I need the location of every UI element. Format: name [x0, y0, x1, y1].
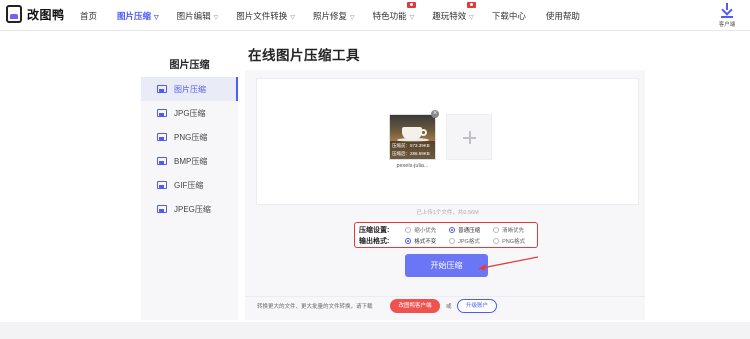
sidebar-list: 图片压缩 JPG压缩 PNG压缩 BMP压缩 GIF压缩 JPEG压缩: [141, 77, 238, 320]
sidebar-item-bmp[interactable]: BMP压缩: [141, 149, 238, 173]
file-name: pexels-juliа...: [396, 163, 429, 169]
remove-file-icon[interactable]: ×: [431, 110, 439, 118]
upload-hint: 已上传1个文件，共0.56M: [416, 210, 479, 216]
chevron-down-icon: ▽: [290, 14, 295, 21]
add-file-button[interactable]: [446, 114, 492, 160]
nav-item-fun-effects[interactable]: 趣玩特效 ▽: [432, 1, 476, 22]
image-icon: [157, 205, 167, 213]
annotation-arrow-icon: [478, 256, 539, 270]
sidebar-item-jpeg[interactable]: JPEG压缩: [141, 197, 238, 221]
compress-setting-label: 压缩设置:: [359, 226, 390, 234]
logo[interactable]: 改图鸭: [6, 5, 65, 23]
coffee-cup-image: [402, 127, 422, 140]
main-nav: 首页 图片压缩 ▽ 图片编辑 ▽ 图片文件转换 ▽ 照片修复 ▽ 特色功能 ▽ 趣玩特效 ▽…: [60, 0, 580, 31]
output-format-label: 输出格式:: [359, 237, 390, 245]
compressed-size: 压缩后：286.69KB: [392, 151, 430, 156]
image-icon: [157, 157, 167, 165]
compression-settings: 压缩设置: 缩小优先 普通压缩 清晰优先 输出格式: 格式不变 JPG格式 PN…: [354, 222, 538, 248]
nav-item-image-edit[interactable]: 图片编辑 ▽: [177, 10, 219, 22]
option-keep-format[interactable]: 格式不变: [405, 237, 449, 245]
option-normal-compress[interactable]: 普通压缩: [449, 226, 493, 234]
logo-text: 改图鸭: [27, 7, 65, 22]
bottom-tip: 转换更大的文件、更大批量的文件转换，请下载: [257, 304, 373, 310]
sidebar-item-image-compress[interactable]: 图片压缩: [141, 77, 238, 101]
chevron-down-icon: ▽: [469, 14, 474, 21]
footer-strip: [0, 322, 750, 339]
chevron-down-icon: ▽: [409, 14, 415, 21]
compress-setting-row: 压缩设置: 缩小优先 普通压缩 清晰优先: [359, 224, 537, 235]
option-clarity-first[interactable]: 清晰优先: [493, 226, 537, 234]
output-format-row: 输出格式: 格式不变 JPG格式 PNG格式: [359, 235, 537, 246]
top-navbar: 改图鸭 首页 图片压缩 ▽ 图片编辑 ▽ 图片文件转换 ▽ 照片修复 ▽ 特色功能 ▽ 趣…: [0, 0, 750, 31]
page-title: 在线图片压缩工具: [248, 48, 360, 63]
nav-item-help[interactable]: 使用帮助: [546, 10, 580, 22]
chevron-down-icon: ▽: [154, 14, 159, 21]
sidebar-title: 图片压缩: [169, 60, 210, 71]
nav-item-download-center[interactable]: 下载中心: [492, 10, 526, 22]
client-label: 客户端: [718, 22, 736, 28]
nav-item-photo-repair[interactable]: 照片修复 ▽: [313, 10, 355, 22]
option-png-format[interactable]: PNG格式: [493, 237, 537, 245]
image-icon: [157, 181, 167, 189]
sidebar: 图片压缩 图片压缩 JPG压缩 PNG压缩 BMP压缩 GIF压缩 JPEG压缩: [141, 44, 238, 320]
upgrade-account-button[interactable]: 升级账户: [457, 299, 497, 313]
chevron-down-icon: ▽: [349, 14, 355, 21]
chevron-down-icon: ▽: [213, 14, 219, 21]
nav-item-features[interactable]: 特色功能 ▽: [373, 1, 417, 22]
image-icon: [157, 85, 167, 93]
sidebar-item-gif[interactable]: GIF压缩: [141, 173, 238, 197]
size-info: 压缩前：573.39KB 压缩后：286.69KB: [390, 141, 435, 159]
sidebar-item-jpg[interactable]: JPG压缩: [141, 101, 238, 125]
image-icon: [157, 133, 167, 141]
option-shrink-first[interactable]: 缩小优先: [405, 226, 449, 234]
option-jpg-format[interactable]: JPG格式: [449, 237, 493, 245]
nav-item-image-compress[interactable]: 图片压缩 ▽: [117, 10, 159, 22]
download-client-button[interactable]: 改图鸭客户端: [390, 299, 440, 313]
hot-badge-icon: [466, 1, 476, 8]
hot-badge-icon: [407, 1, 417, 8]
uploaded-image-thumbnail[interactable]: 压缩前：573.39KB 压缩后：286.69KB: [389, 114, 436, 160]
logo-icon: [6, 5, 22, 23]
client-download[interactable]: 客户端: [714, 3, 740, 28]
download-icon: [721, 3, 733, 15]
original-size: 压缩前：573.39KB: [392, 143, 430, 148]
sidebar-item-png[interactable]: PNG压缩: [141, 125, 238, 149]
or-text: 或: [446, 304, 452, 310]
nav-item-home[interactable]: 首页: [80, 10, 97, 22]
nav-item-file-convert[interactable]: 图片文件转换 ▽: [236, 10, 295, 22]
image-icon: [157, 109, 167, 117]
